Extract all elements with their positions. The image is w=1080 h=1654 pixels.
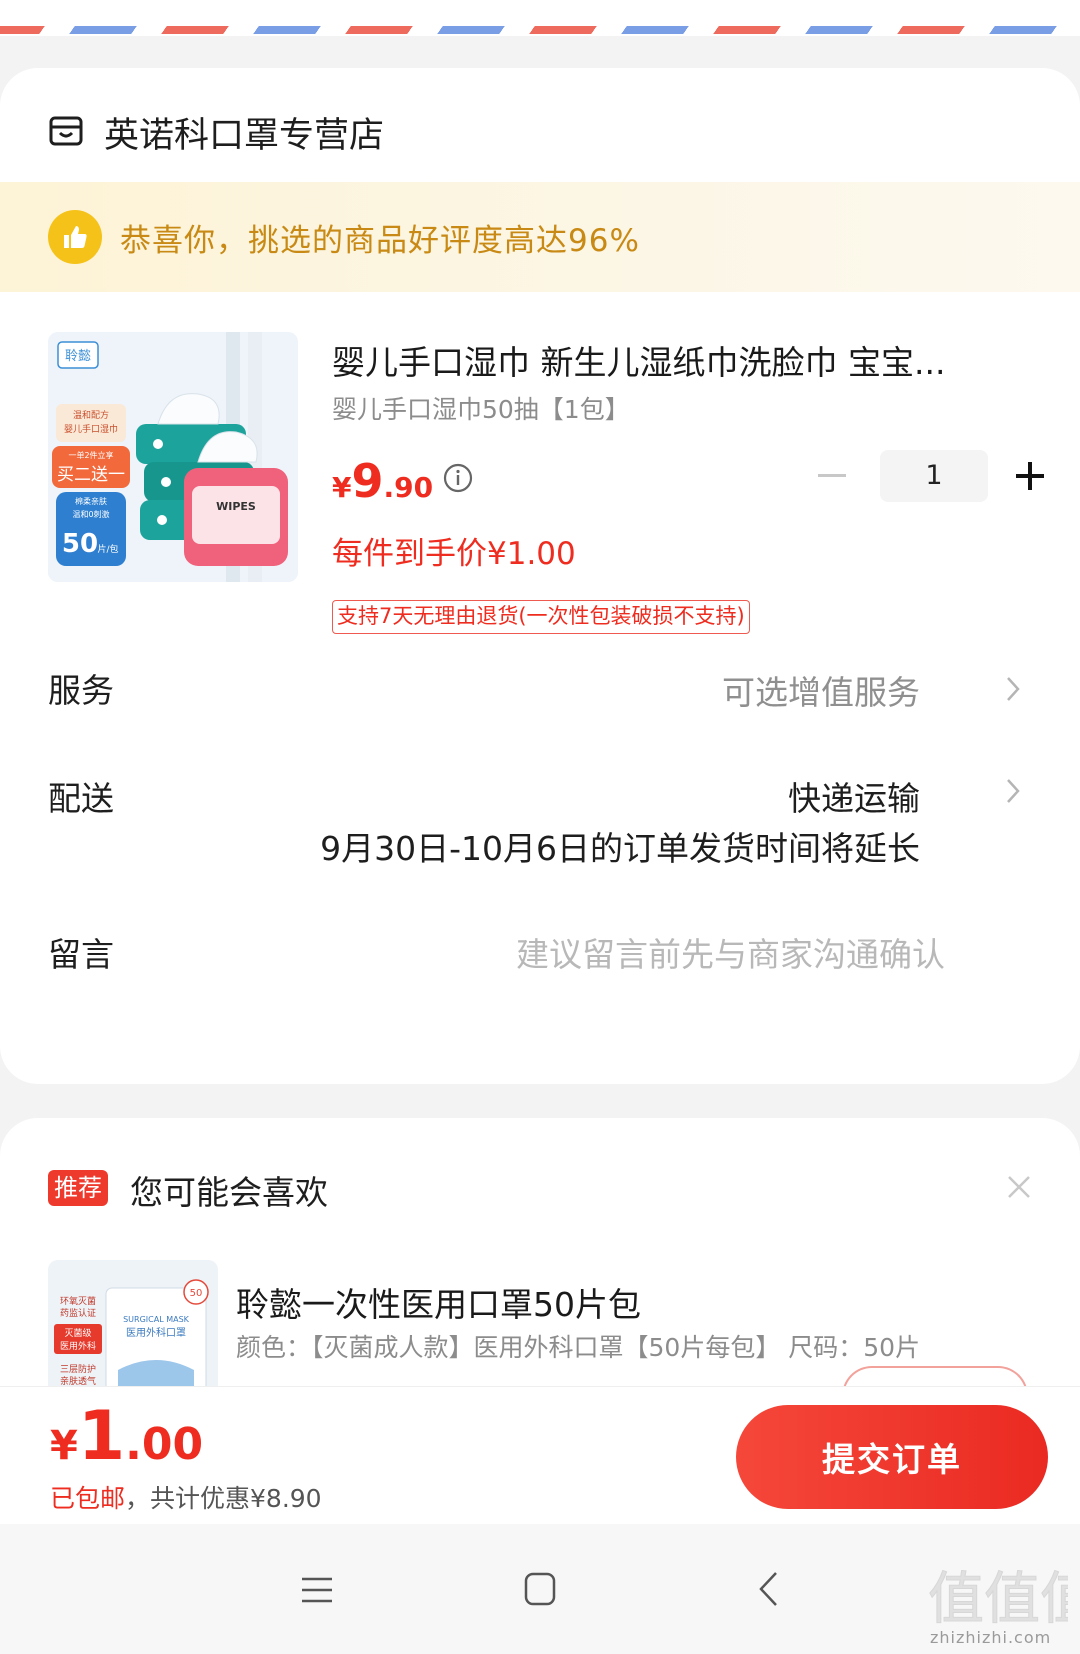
product-title[interactable]: 婴儿手口湿巾 新生儿湿纸巾洗脸巾 宝宝... (332, 336, 1012, 384)
product-image-count: 50 (62, 529, 98, 559)
unit-price: 每件到手价¥1.00 (332, 536, 576, 572)
store-header[interactable]: 英诺科口罩专营店 (48, 104, 384, 160)
chevron-right-icon[interactable] (1004, 776, 1022, 806)
recommend-image-t1b: 药监认证 (60, 1307, 96, 1319)
watermark-text: zhizhizhi.com (930, 1628, 1052, 1647)
decrease-quantity-button[interactable] (812, 456, 852, 496)
increase-quantity-button[interactable] (1010, 456, 1050, 496)
product-image-tag2: 棉柔亲肤 (75, 496, 107, 506)
return-policy-tag: 支持7天无理由退货(一次性包装破损不支持) (332, 600, 750, 634)
delivery-label: 配送 (48, 779, 114, 818)
recommend-image-seal: 50 (190, 1288, 203, 1299)
delivery-notice: 9月30日-10月6日的订单发货时间将延长 (320, 829, 920, 868)
svg-text:值值值: 值值值 (928, 1567, 1068, 1632)
rating-banner-text: 恭喜你，挑选的商品好评度高达96% (120, 222, 640, 259)
product-image-count-unit: 片/包 (97, 543, 118, 555)
recommend-image-box-cn: 医用外科口罩 (126, 1326, 186, 1339)
product-image-brand: 聆懿 (65, 349, 91, 364)
quantity-value[interactable]: 1 (880, 450, 988, 502)
system-nav-bar: 值值值 zhizhizhi.com (0, 1524, 1080, 1654)
product-sku[interactable]: 婴儿手口湿巾50抽【1包】 (332, 390, 630, 426)
recommend-image-t3: 三层防护 (60, 1363, 96, 1375)
recommend-item-spec[interactable]: 颜色：【灭菌成人款】医用外科口罩【50片每包】 尺码：50片 (236, 1328, 920, 1364)
product-price: ¥ 9 .90 (332, 454, 433, 508)
recommend-image-t1: 环氧灭菌 (60, 1295, 96, 1307)
airmail-stripe (0, 0, 1080, 36)
price-currency: ¥ (332, 471, 352, 504)
order-confirm-page: 英诺科口罩专营店 恭喜你，挑选的商品好评度高达96% 聆懿 温和配方 婴儿手口湿… (0, 0, 1080, 1654)
total-integer: 1 (77, 1397, 126, 1476)
message-label: 留言 (48, 935, 114, 974)
info-icon[interactable] (442, 462, 474, 494)
recommend-image-t2b: 医用外科 (60, 1340, 96, 1352)
product-image-tag1b: 婴儿手口湿巾 (64, 423, 118, 435)
service-label: 服务 (48, 671, 114, 710)
thumbs-up-icon (48, 210, 102, 264)
back-icon[interactable] (756, 1570, 780, 1608)
product-image-pack-label: WIPES (216, 500, 256, 513)
product-image-tag1: 温和配方 (73, 409, 109, 421)
close-icon[interactable] (1006, 1174, 1032, 1200)
price-decimal: .90 (383, 471, 434, 504)
delivery-method[interactable]: 快递运输 (788, 772, 920, 820)
free-shipping-text: 已包邮 (50, 1484, 126, 1513)
quantity-stepper: 1 (812, 450, 1050, 502)
recommend-title: 您可能会喜欢 (130, 1173, 328, 1212)
checkout-bar: ¥ 1 .00 已包邮，共计优惠¥8.90 提交订单 (0, 1386, 1080, 1524)
total-currency: ¥ (50, 1423, 78, 1469)
menu-icon[interactable] (300, 1576, 334, 1604)
recommend-badge: 推荐 (48, 1170, 108, 1206)
total-decimal: .00 (125, 1419, 204, 1470)
home-icon[interactable] (523, 1570, 557, 1608)
price-integer: 9 (351, 454, 384, 508)
recommend-image-t2: 灭菌级 (64, 1327, 91, 1339)
total-price: ¥ 1 .00 (50, 1397, 203, 1476)
product-image-tag2b: 温和0刺激 (72, 509, 109, 519)
message-input[interactable]: 建议留言前先与商家沟通确认 (516, 928, 945, 976)
rating-banner: 恭喜你，挑选的商品好评度高达96% (0, 182, 1080, 292)
discount-text: ，共计优惠¥8.90 (125, 1484, 322, 1513)
product-image-promo: 买二送一 (57, 465, 125, 485)
watermark-logo: 值值值 (928, 1567, 1068, 1633)
total-note: 已包邮，共计优惠¥8.90 (50, 1479, 322, 1515)
order-card: 英诺科口罩专营店 恭喜你，挑选的商品好评度高达96% 聆懿 温和配方 婴儿手口湿… (0, 68, 1080, 1084)
recommend-item-name[interactable]: 聆懿一次性医用口罩50片包 (236, 1278, 641, 1326)
store-icon (49, 116, 83, 146)
product-image-promo-small: 一单2件立享 (68, 450, 113, 460)
recommend-image-box-en: SURGICAL MASK (123, 1315, 190, 1324)
store-name: 英诺科口罩专营店 (104, 115, 385, 156)
chevron-right-icon[interactable] (1004, 674, 1022, 704)
product-image[interactable]: 聆懿 温和配方 婴儿手口湿巾 一单2件立享 买二送一 棉柔亲肤 温和0刺激 50… (48, 332, 298, 582)
submit-order-button[interactable]: 提交订单 (736, 1405, 1048, 1509)
service-value[interactable]: 可选增值服务 (722, 666, 920, 714)
